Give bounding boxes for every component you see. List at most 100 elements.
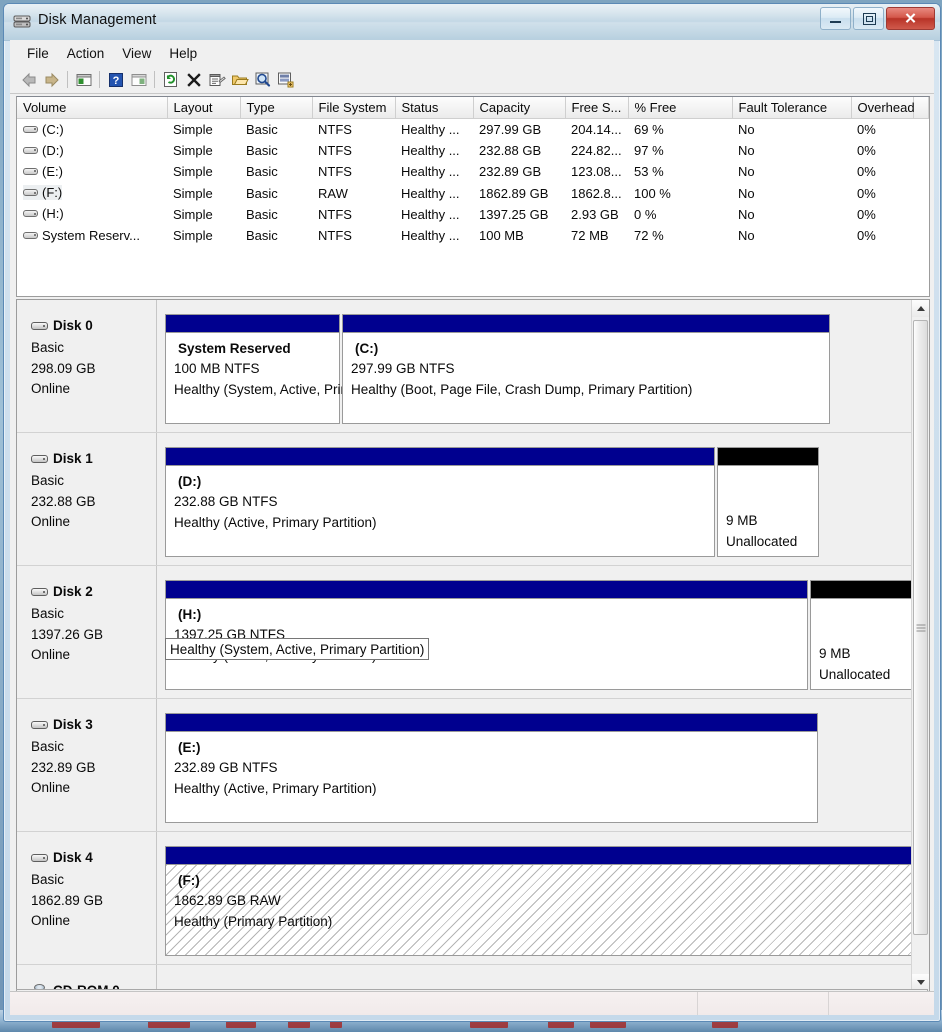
menu-item-view[interactable]: View <box>113 43 160 64</box>
window-title: Disk Management <box>38 12 156 28</box>
disk-row-2[interactable]: Disk 2 Basic 1397.26 GB Online (H:) 1397… <box>17 566 912 699</box>
disk-row-cdrom-0[interactable]: CD-ROM 0 DVD (G:) <box>17 965 912 991</box>
disk-partitions-1: (D:) 232.88 GB NTFS Healthy (Active, Pri… <box>163 433 912 565</box>
column-header-fault-tolerance[interactable]: Fault Tolerance <box>732 97 851 119</box>
client-area: File Action View Help <box>10 40 934 1015</box>
table-row[interactable]: (C:) Simple Basic NTFS Healthy ... 297.9… <box>17 119 929 141</box>
volume-fs: NTFS <box>312 119 395 141</box>
column-header-layout[interactable]: Layout <box>167 97 240 119</box>
disk-row-0[interactable]: Disk 0 Basic 298.09 GB Online System Res… <box>17 300 912 433</box>
volume-type: Basic <box>240 204 312 225</box>
disk-info-3[interactable]: Disk 3 Basic 232.89 GB Online <box>21 699 157 831</box>
table-row[interactable]: (D:) Simple Basic NTFS Healthy ... 232.8… <box>17 140 929 161</box>
column-header-percent-free[interactable]: % Free <box>628 97 732 119</box>
partition-size-fs: 1862.89 GB RAW <box>174 890 912 911</box>
all-tasks-icon[interactable] <box>274 69 297 91</box>
volume-type: Basic <box>240 119 312 141</box>
table-row[interactable]: (F:) Simple Basic RAW Healthy ... 1862.8… <box>17 183 929 204</box>
partition-system-reserved[interactable]: System Reserved 100 MB NTFS Healthy (Sys… <box>165 314 340 424</box>
partition-label: (F:) <box>174 871 912 890</box>
volume-type: Basic <box>240 140 312 161</box>
table-row[interactable]: (E:) Simple Basic NTFS Healthy ... 232.8… <box>17 161 929 182</box>
volume-pct-free: 100 % <box>628 183 732 204</box>
volume-layout: Simple <box>167 161 240 182</box>
partition-size-fs: 9 MB <box>726 510 818 531</box>
disk-partitions-2: (H:) 1397.25 GB NTFS Healthy (Active, Pr… <box>163 566 912 698</box>
disk-name: Disk 2 <box>53 584 93 599</box>
partition-unallocated[interactable]: 9 MB Unallocated <box>810 580 912 690</box>
help-icon[interactable]: ? <box>104 69 127 91</box>
volume-drive-icon <box>23 230 38 241</box>
disk-row-4[interactable]: Disk 4 Basic 1862.89 GB Online (F:) 1862… <box>17 832 912 965</box>
disk-size: 298.09 GB <box>31 359 156 380</box>
rescan-disks-icon[interactable] <box>251 69 274 91</box>
partition-label: (C:) <box>351 339 829 358</box>
partition-unallocated[interactable]: 9 MB Unallocated <box>717 447 819 557</box>
column-header-overhead[interactable]: Overhead <box>851 97 913 119</box>
disk-state: Online <box>31 778 156 799</box>
disk-name: Disk 3 <box>53 717 93 732</box>
volume-list[interactable]: Volume Layout Type File System Status Ca… <box>16 96 930 297</box>
partition-d[interactable]: (D:) 232.88 GB NTFS Healthy (Active, Pri… <box>165 447 715 557</box>
volume-status: Healthy ... <box>395 183 473 204</box>
volume-table: Volume Layout Type File System Status Ca… <box>17 97 929 246</box>
column-header-file-system[interactable]: File System <box>312 97 395 119</box>
volume-fs: NTFS <box>312 161 395 182</box>
column-header-capacity[interactable]: Capacity <box>473 97 565 119</box>
disk-partitions-4: (F:) 1862.89 GB RAW Healthy (Primary Par… <box>163 832 912 964</box>
show-hide-action-pane-icon[interactable] <box>127 69 150 91</box>
menu-item-help[interactable]: Help <box>160 43 206 64</box>
disk-info-2[interactable]: Disk 2 Basic 1397.26 GB Online <box>21 566 157 698</box>
graphical-view-scrollbar[interactable] <box>911 300 929 991</box>
disk-name: Disk 4 <box>53 850 93 865</box>
volume-capacity: 1397.25 GB <box>473 204 565 225</box>
title-bar[interactable]: Disk Management ✕ <box>4 4 940 41</box>
disk-info-cdrom-0[interactable]: CD-ROM 0 DVD (G:) <box>21 965 157 991</box>
disk-info-0[interactable]: Disk 0 Basic 298.09 GB Online <box>21 300 157 432</box>
volume-status: Healthy ... <box>395 204 473 225</box>
table-row[interactable]: System Reserv... Simple Basic NTFS Healt… <box>17 225 929 246</box>
partition-status: Unallocated <box>819 664 911 685</box>
properties-icon[interactable] <box>205 69 228 91</box>
partition-h[interactable]: (H:) 1397.25 GB NTFS Healthy (Active, Pr… <box>165 580 808 690</box>
volume-type: Basic <box>240 183 312 204</box>
forward-icon[interactable] <box>40 69 63 91</box>
column-header-free-space[interactable]: Free S... <box>565 97 628 119</box>
volume-overhead: 0% <box>851 140 913 161</box>
minimize-button[interactable] <box>820 7 851 30</box>
refresh-icon[interactable] <box>159 69 182 91</box>
table-row[interactable]: (H:) Simple Basic NTFS Healthy ... 1397.… <box>17 204 929 225</box>
disk-name: Disk 1 <box>53 451 93 466</box>
menu-item-action[interactable]: Action <box>58 43 114 64</box>
column-header-type[interactable]: Type <box>240 97 312 119</box>
scroll-up-arrow-icon[interactable] <box>912 300 929 317</box>
scrollbar-thumb[interactable] <box>913 320 928 935</box>
disk-row-3[interactable]: Disk 3 Basic 232.89 GB Online (E:) 232.8… <box>17 699 912 832</box>
open-icon[interactable] <box>228 69 251 91</box>
volume-capacity: 100 MB <box>473 225 565 246</box>
volume-fault: No <box>732 119 851 141</box>
maximize-button[interactable] <box>853 7 884 30</box>
menu-item-file[interactable]: File <box>18 43 58 64</box>
partition-f[interactable]: (F:) 1862.89 GB RAW Healthy (Primary Par… <box>165 846 912 956</box>
delete-icon[interactable] <box>182 69 205 91</box>
volume-fault: No <box>732 225 851 246</box>
partition-status: Healthy (Primary Partition) <box>174 911 912 932</box>
column-header-status[interactable]: Status <box>395 97 473 119</box>
partition-label: (E:) <box>174 738 817 757</box>
show-hide-console-tree-icon[interactable] <box>72 69 95 91</box>
toolbar-separator <box>99 71 100 88</box>
volume-capacity: 1862.89 GB <box>473 183 565 204</box>
partition-capacity-bar <box>166 581 807 599</box>
close-button[interactable]: ✕ <box>886 7 935 30</box>
volume-pct-free: 97 % <box>628 140 732 161</box>
disk-size: 1397.26 GB <box>31 625 156 646</box>
column-header-volume[interactable]: Volume <box>17 97 167 119</box>
partition-c[interactable]: (C:) 297.99 GB NTFS Healthy (Boot, Page … <box>342 314 830 424</box>
disk-row-1[interactable]: Disk 1 Basic 232.88 GB Online (D:) 232.8… <box>17 433 912 566</box>
partition-status: Unallocated <box>726 531 818 552</box>
disk-info-1[interactable]: Disk 1 Basic 232.88 GB Online <box>21 433 157 565</box>
disk-info-4[interactable]: Disk 4 Basic 1862.89 GB Online <box>21 832 157 964</box>
back-icon[interactable] <box>17 69 40 91</box>
partition-e[interactable]: (E:) 232.89 GB NTFS Healthy (Active, Pri… <box>165 713 818 823</box>
